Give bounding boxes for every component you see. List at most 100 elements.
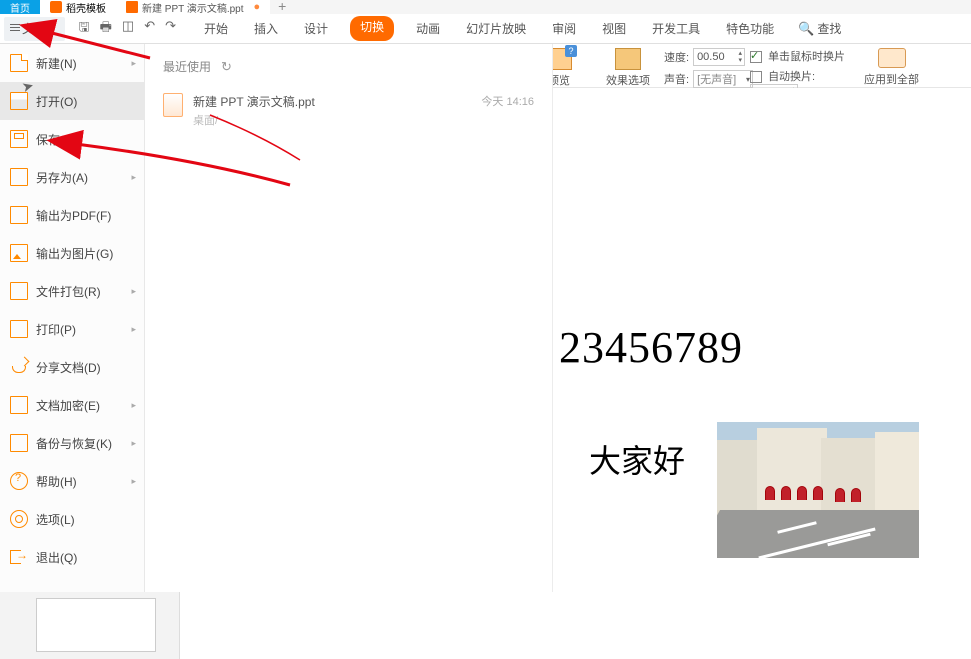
recent-file-name: 新建 PPT 演示文稿.ppt: [193, 93, 471, 110]
file-menu-new[interactable]: 新建(N) ▸: [0, 44, 144, 82]
file-menu-print-label: 打印(P): [36, 321, 76, 338]
file-menu-print[interactable]: 打印(P) ▸: [0, 310, 144, 348]
chevron-right-icon: ▸: [131, 172, 136, 183]
title-tab-strip: 首页 稻壳模板 新建 PPT 演示文稿.ppt ● +: [0, 0, 971, 14]
speed-sound-group: 速度: 00.50 ▴▾ 声音: [无声音] ▾: [664, 48, 753, 92]
speed-label: 速度:: [664, 49, 689, 65]
qat-print-icon[interactable]: 🖶: [100, 18, 112, 40]
file-menu-help[interactable]: 帮助(H)▸: [0, 462, 144, 500]
file-menu-share[interactable]: 分享文档(D): [0, 348, 144, 386]
chevron-down-icon: ▾: [50, 23, 55, 34]
save-as-icon: [10, 168, 28, 186]
ribbon-tab-features[interactable]: 特色功能: [722, 16, 778, 41]
file-menu-export-image[interactable]: 输出为图片(G): [0, 234, 144, 272]
advance-on-click-checkbox[interactable]: [750, 51, 762, 63]
speed-spinner[interactable]: 00.50 ▴▾: [693, 48, 745, 66]
share-icon: [10, 358, 28, 376]
sound-value: [无声音]: [697, 71, 736, 87]
qat-redo-icon[interactable]: ↷: [165, 18, 176, 40]
ribbon-tab-transition[interactable]: 切换: [350, 16, 394, 41]
recent-heading: 最近使用 ↻: [163, 58, 534, 75]
sound-dropdown[interactable]: [无声音] ▾: [693, 70, 753, 88]
tab-add-button[interactable]: +: [270, 0, 294, 14]
effect-options-icon: [615, 48, 641, 70]
ribbon-tab-slideshow[interactable]: 幻灯片放映: [462, 16, 530, 41]
effect-options-label: 效果选项: [606, 72, 650, 88]
file-menu-backup-label: 备份与恢复(K): [36, 435, 112, 452]
slide-canvas[interactable]: 23456789 大家好: [553, 88, 971, 659]
file-menu-exit-label: 退出(Q): [36, 549, 77, 566]
file-menu-pack-label: 文件打包(R): [36, 283, 101, 300]
chevron-right-icon: ▸: [131, 324, 136, 335]
effect-options-group[interactable]: 效果选项: [606, 48, 650, 88]
advance-on-click-label: 单击鼠标时换片: [768, 51, 845, 63]
backup-icon: [10, 434, 28, 452]
file-menu-exit[interactable]: 退出(Q): [0, 538, 144, 576]
tab-docer[interactable]: 稻壳模板: [40, 0, 116, 14]
ribbon-tabs: 开始 插入 设计 切换 动画 幻灯片放映 审阅 视图 开发工具 特色功能: [200, 16, 778, 41]
apply-all-label: 应用到全部: [864, 71, 919, 87]
package-icon: [10, 282, 28, 300]
file-menu-encrypt[interactable]: 文档加密(E)▸: [0, 386, 144, 424]
file-menu-options[interactable]: 选项(L): [0, 500, 144, 538]
ribbon-search-label: 查找: [817, 20, 841, 37]
slide-thumbnail[interactable]: [36, 598, 156, 652]
ribbon-tab-review[interactable]: 审阅: [548, 16, 580, 41]
speed-value: 00.50: [697, 51, 725, 63]
file-menu-save-as[interactable]: 另存为(A) ▸: [0, 158, 144, 196]
file-menu-pdf-label: 输出为PDF(F): [36, 207, 111, 224]
file-menu-help-label: 帮助(H): [36, 473, 77, 490]
file-menu-panel: 新建(N) ▸ 打开(O) 保存(S) 另存为(A) ▸ 输出为PDF(F) 输出为…: [0, 44, 145, 592]
save-icon: [10, 130, 28, 148]
file-menu-backup[interactable]: 备份与恢复(K) ▸: [0, 424, 144, 462]
file-menu-button[interactable]: 文件 ▾: [4, 17, 65, 41]
chevron-right-icon: ▸: [131, 438, 136, 449]
auto-advance-checkbox[interactable]: [750, 71, 762, 83]
ribbon-tab-start[interactable]: 开始: [200, 16, 232, 41]
slide-text-numbers[interactable]: 23456789: [559, 322, 743, 373]
search-icon: 🔍: [798, 21, 814, 37]
file-menu-save-label: 保存(S): [36, 131, 76, 148]
file-menu-export-pdf[interactable]: 输出为PDF(F): [0, 196, 144, 234]
ribbon-bar: 文件 ▾ 🖫 🖶 ◫ ↶ ↷ 开始 插入 设计 切换 动画 幻灯片放映 审阅 视…: [0, 14, 971, 44]
qat-undo-icon[interactable]: ↶: [144, 18, 155, 40]
ribbon-tab-design[interactable]: 设计: [300, 16, 332, 41]
lock-icon: [10, 396, 28, 414]
ribbon-search[interactable]: 🔍 查找: [798, 20, 841, 37]
ribbon-tab-devtools[interactable]: 开发工具: [648, 16, 704, 41]
pdf-icon: [10, 206, 28, 224]
slide-image-street[interactable]: [717, 422, 919, 558]
new-file-icon: [10, 54, 28, 72]
auto-advance-label: 自动换片:: [768, 71, 815, 83]
file-menu-save[interactable]: 保存(S): [0, 120, 144, 158]
gear-icon: [10, 510, 28, 528]
recent-file-item[interactable]: 新建 PPT 演示文稿.ppt 桌面/ 今天 14:16: [163, 89, 534, 132]
ppt-file-icon: [126, 1, 138, 13]
file-menu-open-label: 打开(O): [36, 93, 77, 110]
refresh-icon[interactable]: ↻: [221, 59, 232, 75]
spinner-caret-icon[interactable]: ▴▾: [739, 50, 743, 64]
image-icon: [10, 244, 28, 262]
recent-file-time: 今天 14:16: [481, 93, 534, 109]
ribbon-tab-insert[interactable]: 插入: [250, 16, 282, 41]
file-menu-new-label: 新建(N): [36, 55, 77, 72]
docer-icon: [50, 1, 62, 13]
help-icon: [10, 472, 28, 490]
tab-home[interactable]: 首页: [0, 0, 40, 14]
file-menu-options-label: 选项(L): [36, 511, 75, 528]
file-menu-saveas-label: 另存为(A): [36, 169, 88, 186]
slide-text-greeting[interactable]: 大家好: [589, 436, 685, 482]
file-menu-img-label: 输出为图片(G): [36, 245, 113, 262]
exit-icon: [10, 548, 28, 566]
tab-document[interactable]: 新建 PPT 演示文稿.ppt ●: [116, 0, 270, 14]
ribbon-tab-animation[interactable]: 动画: [412, 16, 444, 41]
ribbon-tab-view[interactable]: 视图: [598, 16, 630, 41]
recent-file-path: 桌面/: [193, 112, 471, 128]
chevron-right-icon: ▸: [131, 58, 136, 69]
chevron-right-icon: ▸: [131, 400, 136, 411]
tab-close-icon[interactable]: ●: [254, 1, 261, 13]
apply-all-group[interactable]: 应用到全部: [864, 48, 919, 87]
qat-save-icon[interactable]: 🖫: [79, 18, 90, 40]
file-menu-package[interactable]: 文件打包(R)▸: [0, 272, 144, 310]
qat-preview-icon[interactable]: ◫: [122, 18, 134, 40]
